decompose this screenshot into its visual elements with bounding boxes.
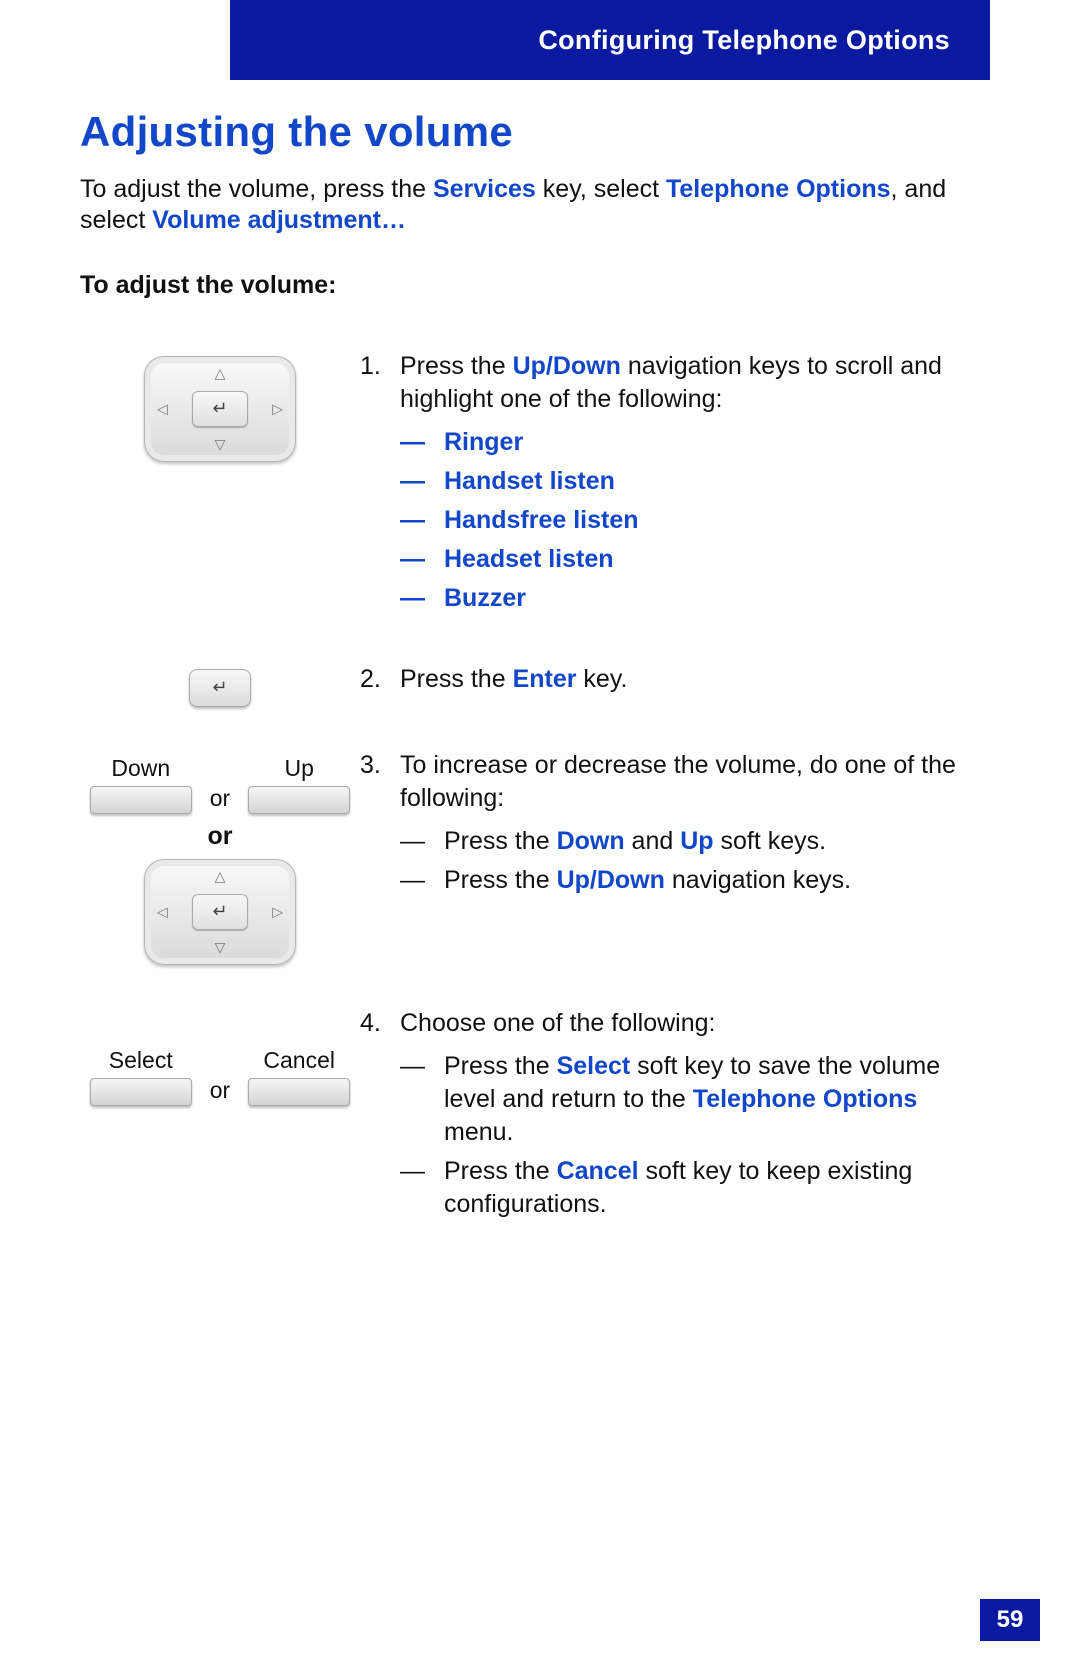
dash: — (400, 825, 444, 858)
arrow-left-icon: ◁ (157, 903, 168, 920)
step-2-graphic: ↵ (80, 663, 360, 707)
softkey-label: Select (109, 1047, 173, 1074)
dash: — (400, 426, 444, 459)
nav-pad-icon: △ ▽ ◁ ▷ (144, 859, 296, 965)
enter-key-icon: ↵ (189, 669, 251, 707)
list-item: Handsfree listen (444, 504, 639, 537)
header-tab: Configuring Telephone Options (230, 0, 990, 80)
step-text: Press the (400, 665, 513, 693)
softkey-row: Select or Cancel (90, 1047, 350, 1106)
or-text: or (210, 785, 230, 814)
step-2: ↵ 2. Press the Enter key. (80, 663, 990, 707)
link-volume-adjustment: Volume adjustment… (152, 206, 406, 234)
link-select: Select (557, 1052, 631, 1080)
arrow-up-icon: △ (215, 365, 226, 382)
softkey-cap-icon (90, 1078, 192, 1106)
header-title: Configuring Telephone Options (538, 25, 950, 56)
arrow-right-icon: ▷ (272, 903, 283, 920)
dash: — (400, 504, 444, 537)
page-number: 59 (980, 1599, 1040, 1641)
step-text: To increase or decrease the volume, do o… (400, 751, 956, 812)
link-enter: Enter (513, 665, 577, 693)
link-down: Down (557, 827, 625, 855)
dash: — (400, 465, 444, 498)
volume-option-list: —Ringer —Handset listen —Handsfree liste… (400, 426, 990, 615)
softkey-label: Cancel (263, 1047, 335, 1074)
softkey-cap-icon (248, 786, 350, 814)
option-list: —Press the Down and Up soft keys. —Press… (400, 825, 990, 897)
link-cancel: Cancel (557, 1157, 639, 1185)
step-4-graphic: Select or Cancel (80, 1007, 360, 1106)
link-services: Services (433, 175, 536, 203)
link-telephone-options: Telephone Options (666, 175, 891, 203)
or-text: or (210, 1077, 230, 1106)
intro-text: key, select (536, 175, 666, 203)
arrow-up-icon: △ (215, 868, 226, 885)
step-4-text: 4. Choose one of the following: —Press t… (360, 1007, 990, 1227)
softkey-cap-icon (248, 1078, 350, 1106)
intro-paragraph: To adjust the volume, press the Services… (80, 174, 990, 237)
link-up-down: Up/Down (513, 352, 621, 380)
step-1-graphic: △ ▽ ◁ ▷ (80, 350, 360, 462)
page-number-value: 59 (997, 1606, 1024, 1634)
page-body: Adjusting the volume To adjust the volum… (80, 108, 990, 1269)
step-text: and (625, 827, 681, 855)
link-up: Up (680, 827, 713, 855)
step-text: soft keys. (714, 827, 827, 855)
softkey-up: Up (248, 755, 350, 814)
softkey-cap-icon (90, 786, 192, 814)
step-number: 2. (360, 663, 400, 696)
procedure-heading: To adjust the volume: (80, 271, 990, 300)
list-item: Handset listen (444, 465, 615, 498)
page-title: Adjusting the volume (80, 108, 990, 156)
softkey-label: Up (285, 755, 314, 782)
softkey-cancel: Cancel (248, 1047, 350, 1106)
arrow-down-icon: ▽ (215, 939, 226, 956)
step-text: navigation keys. (665, 866, 851, 894)
step-text: Choose one of the following: (400, 1009, 716, 1037)
step-text: menu. (444, 1118, 513, 1146)
step-text: Press the (444, 1157, 557, 1185)
list-item: Buzzer (444, 582, 526, 615)
link-up-down: Up/Down (557, 866, 665, 894)
softkey-down: Down (90, 755, 192, 814)
dash: — (400, 1050, 444, 1149)
step-text: key. (576, 665, 627, 693)
arrow-left-icon: ◁ (157, 400, 168, 417)
or-bold-text: or (208, 822, 233, 851)
step-3: Down or Up or △ ▽ ◁ ▷ 3. To in (80, 749, 990, 965)
list-item: Ringer (444, 426, 523, 459)
dash: — (400, 543, 444, 576)
softkey-label: Down (111, 755, 170, 782)
option-list: —Press the Select soft key to save the v… (400, 1050, 990, 1221)
step-4: Select or Cancel 4. Choose one of the fo… (80, 1007, 990, 1227)
dash: — (400, 582, 444, 615)
intro-text: To adjust the volume, press the (80, 175, 433, 203)
arrow-right-icon: ▷ (272, 400, 283, 417)
step-text: Press the (444, 1052, 557, 1080)
dash: — (400, 864, 444, 897)
link-telephone-options: Telephone Options (693, 1085, 918, 1113)
step-1: △ ▽ ◁ ▷ 1. Press the Up/Down navigation … (80, 350, 990, 621)
step-1-text: 1. Press the Up/Down navigation keys to … (360, 350, 990, 621)
softkey-select: Select (90, 1047, 192, 1106)
dash: — (400, 1155, 444, 1221)
step-2-text: 2. Press the Enter key. (360, 663, 990, 696)
step-3-graphic: Down or Up or △ ▽ ◁ ▷ (80, 749, 360, 965)
arrow-down-icon: ▽ (215, 436, 226, 453)
step-text: Press the (400, 352, 513, 380)
step-number: 4. (360, 1007, 400, 1227)
list-item: Headset listen (444, 543, 614, 576)
step-number: 3. (360, 749, 400, 903)
step-text: Press the (444, 866, 557, 894)
nav-pad-icon: △ ▽ ◁ ▷ (144, 356, 296, 462)
step-text: Press the (444, 827, 557, 855)
softkey-row: Down or Up (90, 755, 350, 814)
step-number: 1. (360, 350, 400, 621)
step-3-text: 3. To increase or decrease the volume, d… (360, 749, 990, 903)
